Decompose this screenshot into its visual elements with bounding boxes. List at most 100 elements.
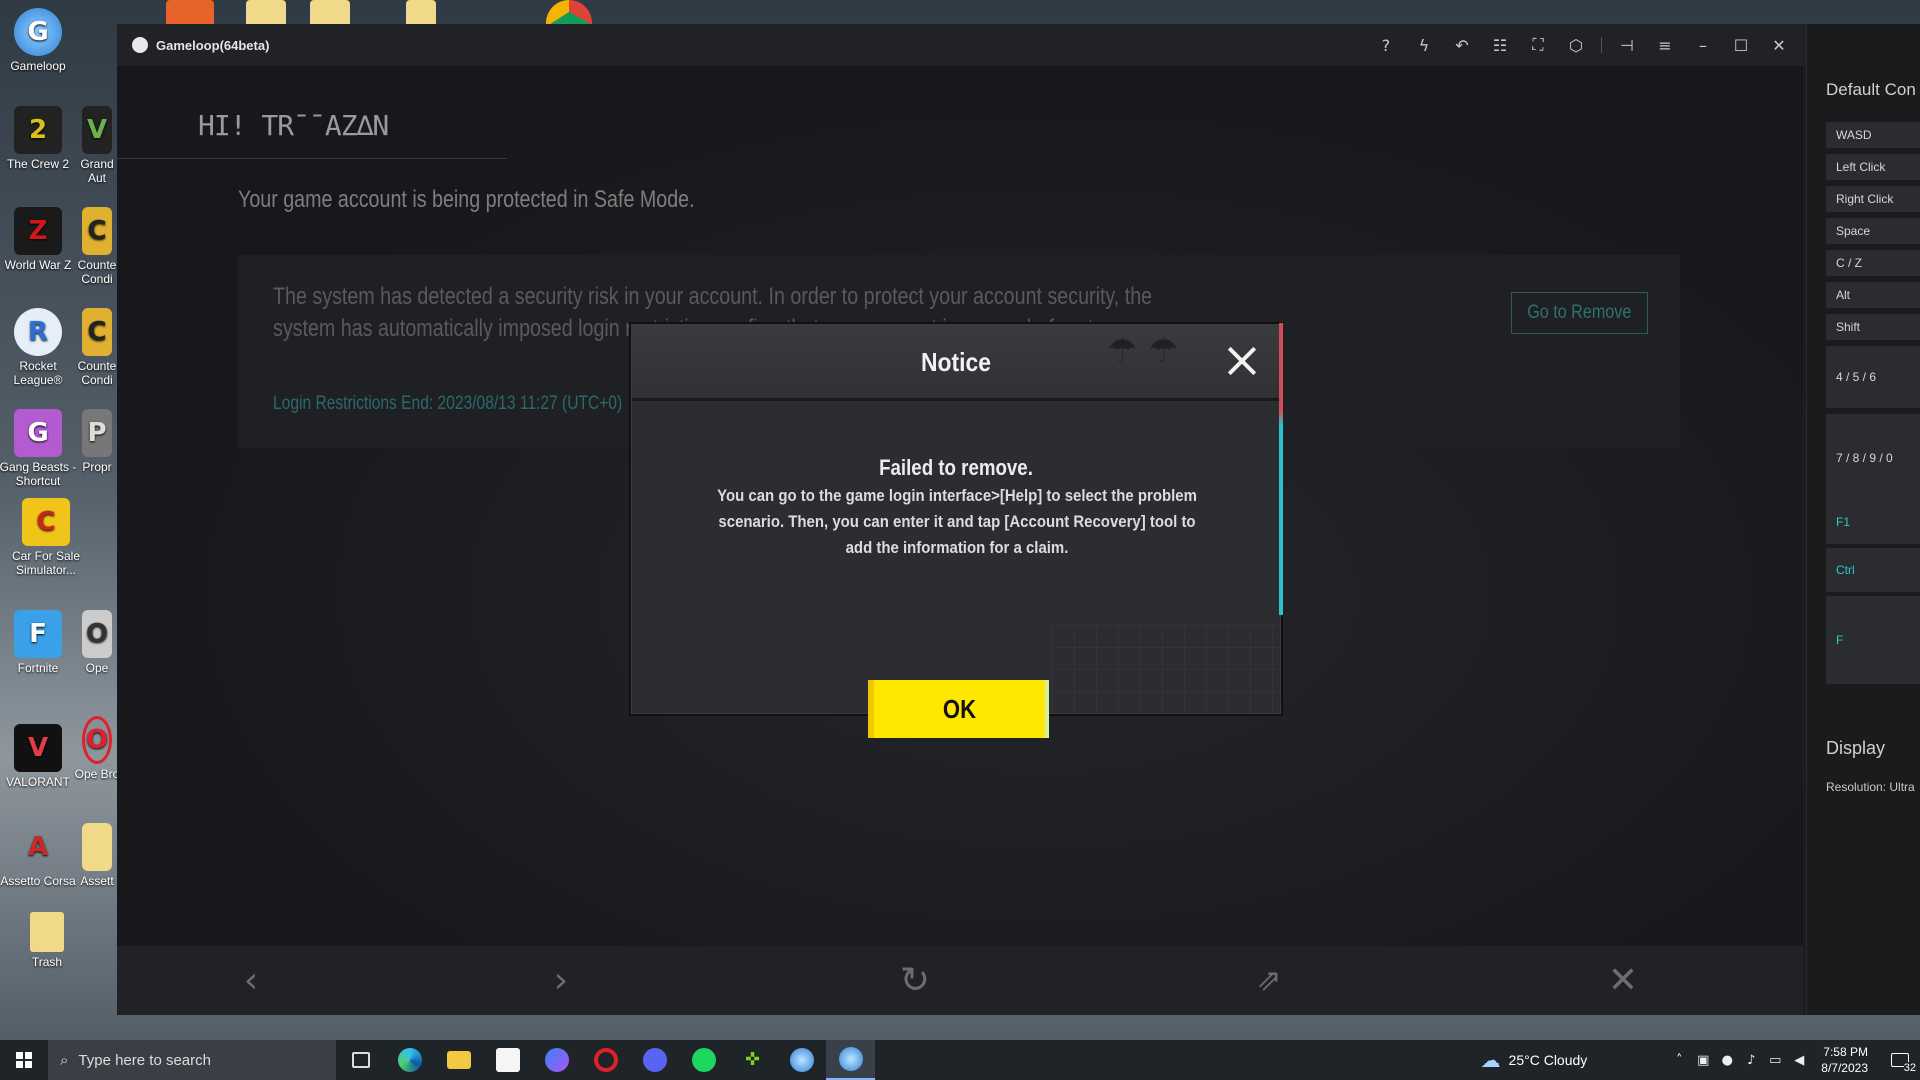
dialog-close-icon[interactable] xyxy=(1220,339,1264,383)
desktop-icon-propr[interactable]: P Propr xyxy=(74,409,120,474)
maximize-icon[interactable]: ☐ xyxy=(1722,24,1760,66)
back-icon[interactable]: ‹ xyxy=(229,958,273,1002)
key-row-shift[interactable]: Shift xyxy=(1826,314,1920,340)
opera-icon[interactable] xyxy=(581,1040,630,1080)
key-row-space[interactable]: Space xyxy=(1826,218,1920,244)
desktop-peek-icon-4[interactable] xyxy=(406,0,436,24)
help-icon[interactable]: ? xyxy=(1367,24,1405,66)
ok-button[interactable]: OK xyxy=(868,680,1049,738)
desktop-icon-counter-condition[interactable]: C Counte Condi xyxy=(74,207,120,286)
desktop-icon-car-for-sale[interactable]: C Car For Sale Simulator... xyxy=(6,498,86,577)
gameloop-icon: G xyxy=(14,8,62,56)
gta-icon: V xyxy=(82,106,112,154)
desktop-icon-label: Gameloop xyxy=(10,59,66,73)
desktop-peek-icon-3[interactable] xyxy=(310,0,350,24)
discord-icon[interactable] xyxy=(630,1040,679,1080)
key-row-7-8-9-0[interactable]: 7 / 8 / 9 / 0 xyxy=(1826,414,1920,502)
close-icon[interactable]: ✕ xyxy=(1760,24,1798,66)
desktop-icon-rocket-league[interactable]: R Rocket League® xyxy=(0,308,78,387)
volume-icon[interactable]: ◀ xyxy=(1787,1053,1811,1068)
undo-icon[interactable]: ↶ xyxy=(1443,24,1481,66)
counter-strike-icon: C xyxy=(82,207,112,255)
edge-icon[interactable] xyxy=(385,1040,434,1080)
key-row-right-click[interactable]: Right Click xyxy=(1826,186,1920,212)
chrome-icon[interactable] xyxy=(546,0,592,24)
desktop-icon-fortnite[interactable]: F Fortnite xyxy=(0,610,78,675)
network-icon[interactable]: ▭ xyxy=(1763,1053,1787,1068)
notice-dialog: ☂ ☂ Notice Failed to remove. You can go … xyxy=(631,323,1283,738)
go-to-remove-button[interactable]: Go to Remove xyxy=(1511,292,1648,334)
desktop-icon-label: Counte Condi xyxy=(77,258,117,286)
key-row-alt[interactable]: Alt xyxy=(1826,282,1920,308)
taskbar-search-input[interactable]: ⌕ Type here to search xyxy=(48,1040,336,1080)
spotify-icon[interactable] xyxy=(679,1040,728,1080)
opera-icon: O xyxy=(82,716,112,764)
key-row-c-z[interactable]: C / Z xyxy=(1826,250,1920,276)
minimize-icon[interactable]: – xyxy=(1684,24,1722,66)
key-row-wasd[interactable]: WASD xyxy=(1826,122,1920,148)
gameloop-taskbar-icon[interactable] xyxy=(777,1040,826,1080)
xbox-icon[interactable]: ✜ xyxy=(728,1040,777,1080)
key-row-4-5-6[interactable]: 4 / 5 / 6 xyxy=(1826,346,1920,408)
desktop-icon-counter-condition-2[interactable]: C Counte Condi xyxy=(74,308,120,387)
taskbar-clock[interactable]: 7:58 PM 8/7/2023 xyxy=(1821,1044,1868,1076)
desktop-icon-trash[interactable]: Trash xyxy=(7,912,87,969)
desktop-icon-grand-auto[interactable]: V Grand Aut xyxy=(74,106,120,185)
desktop-peek-icon-1[interactable] xyxy=(166,0,214,24)
window-titlebar[interactable]: Gameloop(64beta) ? ϟ ↶ ☷ ⛶ ⬡ ⊣ ≡ – ☐ ✕ xyxy=(117,24,1810,66)
world-war-z-icon: Z xyxy=(14,207,62,255)
desktop-icon-opera-browser[interactable]: O Ope Bro xyxy=(74,716,120,781)
gameloop-window: Gameloop(64beta) ? ϟ ↶ ☷ ⛶ ⬡ ⊣ ≡ – ☐ ✕ H… xyxy=(117,24,1810,1015)
desktop-icon-the-crew-2[interactable]: 2 The Crew 2 xyxy=(0,106,78,171)
file-explorer-icon[interactable] xyxy=(434,1040,483,1080)
menu-icon[interactable]: ≡ xyxy=(1646,24,1684,66)
login-restriction-end: Login Restrictions End: 2023/08/13 11:27… xyxy=(273,393,623,414)
game-viewport[interactable]: HI! TR¯¯AZ∆N Your game account is being … xyxy=(117,66,1803,946)
folder-icon xyxy=(82,823,112,871)
task-view-icon[interactable] xyxy=(336,1040,385,1080)
resolution-label: Resolution: Ultra xyxy=(1826,780,1915,794)
notification-count: 32 xyxy=(1903,1062,1916,1074)
key-row-ctrl[interactable]: Ctrl xyxy=(1826,548,1920,592)
toolbar-divider xyxy=(1601,37,1602,53)
flash-icon[interactable]: ϟ xyxy=(1405,24,1443,66)
desktop-icon-assetto-2[interactable]: Assett xyxy=(74,823,120,888)
greeting-divider xyxy=(117,158,507,159)
desktop-icon-valorant[interactable]: V VALORANT xyxy=(0,724,78,789)
desktop-peek-icon-2[interactable] xyxy=(246,0,286,24)
device-icon[interactable]: ▣ xyxy=(1691,1053,1715,1068)
key-row-left-click[interactable]: Left Click xyxy=(1826,154,1920,180)
app-icon: P xyxy=(82,409,112,457)
share-icon[interactable]: ⇗ xyxy=(1247,958,1291,1002)
key-row-f1[interactable]: F1 xyxy=(1826,500,1920,544)
notification-center-icon[interactable]: 32 xyxy=(1880,1040,1920,1080)
weather-widget[interactable]: ☁ 25°C Cloudy xyxy=(1481,1048,1588,1072)
desktop-icon-label: Counte Condi xyxy=(77,359,117,387)
desktop-icon-ope[interactable]: O Ope xyxy=(74,610,120,675)
refresh-icon[interactable]: ↻ xyxy=(893,958,937,1002)
pin-icon[interactable]: ⊣ xyxy=(1608,24,1646,66)
antivirus-icon[interactable]: ● xyxy=(1715,1053,1739,1068)
key-mapping-panel: Default Con WASD Left Click Right Click … xyxy=(1806,24,1920,1015)
counter-strike-icon: C xyxy=(82,308,112,356)
microsoft-store-icon[interactable] xyxy=(483,1040,532,1080)
microphone-icon[interactable]: ♪ xyxy=(1739,1053,1763,1068)
gameloop-active-taskbar-icon[interactable] xyxy=(826,1040,875,1080)
chevron-up-icon[interactable]: ˄ xyxy=(1667,1053,1691,1068)
desktop-icon-gameloop[interactable]: G Gameloop xyxy=(0,8,78,73)
app-icon[interactable] xyxy=(532,1040,581,1080)
clock-time: 7:58 PM xyxy=(1823,1045,1868,1059)
desktop-icon-world-war-z[interactable]: Z World War Z xyxy=(0,207,78,272)
desktop-icon-assetto-corsa[interactable]: A Assetto Corsa xyxy=(0,823,78,888)
dialog-header: ☂ ☂ Notice xyxy=(632,325,1280,401)
key-row-f[interactable]: F xyxy=(1826,596,1920,684)
forward-icon[interactable]: › xyxy=(539,958,583,1002)
weather-text: 25°C Cloudy xyxy=(1508,1052,1588,1068)
close-icon[interactable]: ✕ xyxy=(1601,958,1645,1002)
fullscreen-icon[interactable]: ⛶ xyxy=(1519,24,1557,66)
grid-icon[interactable]: ☷ xyxy=(1481,24,1519,66)
windows-logo-icon xyxy=(16,1052,32,1068)
settings-icon[interactable]: ⬡ xyxy=(1557,24,1595,66)
start-button[interactable] xyxy=(0,1040,48,1080)
desktop-icon-gang-beasts[interactable]: G Gang Beasts - Shortcut xyxy=(0,409,78,488)
